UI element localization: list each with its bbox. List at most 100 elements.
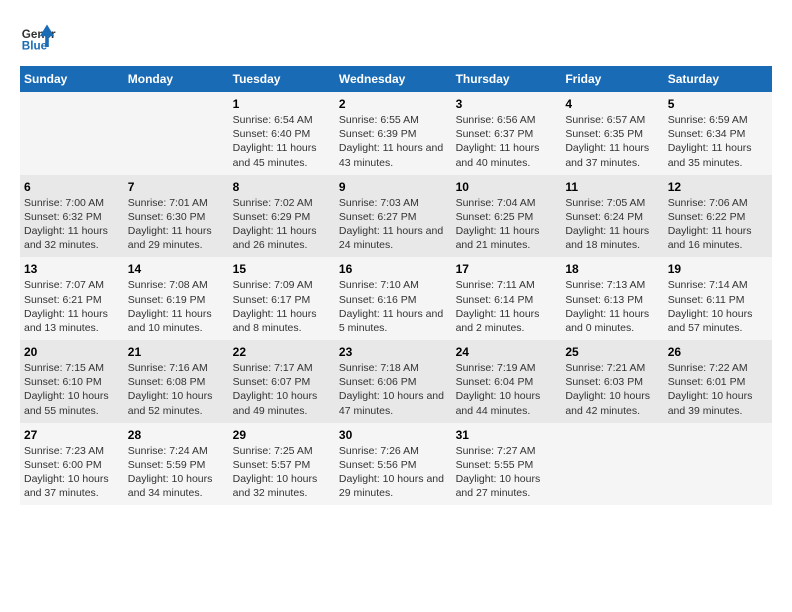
- calendar-cell: 29 Sunrise: 7:25 AMSunset: 5:57 PMDayligh…: [229, 423, 335, 506]
- calendar-cell: 25Sunrise: 7:21 AMSunset: 6:03 PMDayligh…: [561, 340, 663, 423]
- week-row-1: 1 Sunrise: 6:54 AMSunset: 6:40 PMDaylight…: [20, 92, 772, 175]
- day-info: Sunrise: 7:03 AMSunset: 6:27 PMDaylight:…: [339, 196, 448, 253]
- day-info: Sunrise: 7:25 AMSunset: 5:57 PMDaylight:…: [233, 444, 331, 501]
- day-info: Sunrise: 7:14 AMSunset: 6:11 PMDaylight:…: [668, 278, 768, 335]
- calendar-cell: 22 Sunrise: 7:17 AMSunset: 6:07 PMDayligh…: [229, 340, 335, 423]
- day-number: 19: [668, 262, 768, 276]
- day-number: 30: [339, 428, 448, 442]
- day-info: Sunrise: 7:11 AMSunset: 6:14 PMDaylight:…: [456, 278, 558, 335]
- day-number: 6: [24, 180, 120, 194]
- day-info: Sunrise: 7:22 AMSunset: 6:01 PMDaylight:…: [668, 361, 768, 418]
- calendar-cell: 31 Sunrise: 7:27 AMSunset: 5:55 PMDayligh…: [452, 423, 562, 506]
- day-info: Sunrise: 7:26 AMSunset: 5:56 PMDaylight:…: [339, 444, 448, 501]
- calendar-cell: 18 Sunrise: 7:13 AMSunset: 6:13 PMDayligh…: [561, 257, 663, 340]
- day-info: Sunrise: 7:27 AMSunset: 5:55 PMDaylight:…: [456, 444, 558, 501]
- day-number: 26: [668, 345, 768, 359]
- day-info: Sunrise: 7:18 AMSunset: 6:06 PMDaylight:…: [339, 361, 448, 418]
- day-info: Sunrise: 7:24 AMSunset: 5:59 PMDaylight:…: [128, 444, 225, 501]
- day-number: 20: [24, 345, 120, 359]
- day-info: Sunrise: 7:23 AMSunset: 6:00 PMDaylight:…: [24, 444, 120, 501]
- day-info: Sunrise: 7:02 AMSunset: 6:29 PMDaylight:…: [233, 196, 331, 253]
- day-info: Sunrise: 7:07 AMSunset: 6:21 PMDaylight:…: [24, 278, 120, 335]
- calendar-cell: 5Sunrise: 6:59 AMSunset: 6:34 PMDaylight…: [664, 92, 772, 175]
- day-info: Sunrise: 7:17 AMSunset: 6:07 PMDaylight:…: [233, 361, 331, 418]
- day-number: 15: [233, 262, 331, 276]
- calendar-cell: 23 Sunrise: 7:18 AMSunset: 6:06 PMDayligh…: [335, 340, 452, 423]
- day-info: Sunrise: 6:57 AMSunset: 6:35 PMDaylight:…: [565, 113, 659, 170]
- day-number: 1: [233, 97, 331, 111]
- day-number: 23: [339, 345, 448, 359]
- day-number: 29: [233, 428, 331, 442]
- calendar-cell: [124, 92, 229, 175]
- day-number: 8: [233, 180, 331, 194]
- calendar-cell: [664, 423, 772, 506]
- calendar-cell: 3 Sunrise: 6:56 AMSunset: 6:37 PMDaylight…: [452, 92, 562, 175]
- calendar-cell: 1 Sunrise: 6:54 AMSunset: 6:40 PMDaylight…: [229, 92, 335, 175]
- day-number: 7: [128, 180, 225, 194]
- header-row: SundayMondayTuesdayWednesdayThursdayFrid…: [20, 66, 772, 92]
- day-info: Sunrise: 7:00 AMSunset: 6:32 PMDaylight:…: [24, 196, 120, 253]
- day-info: Sunrise: 7:08 AMSunset: 6:19 PMDaylight:…: [128, 278, 225, 335]
- day-number: 11: [565, 180, 659, 194]
- calendar-cell: [20, 92, 124, 175]
- logo-icon: General Blue: [20, 20, 56, 56]
- day-info: Sunrise: 6:54 AMSunset: 6:40 PMDaylight:…: [233, 113, 331, 170]
- calendar-cell: 26 Sunrise: 7:22 AMSunset: 6:01 PMDayligh…: [664, 340, 772, 423]
- day-number: 3: [456, 97, 558, 111]
- week-row-4: 20 Sunrise: 7:15 AMSunset: 6:10 PMDayligh…: [20, 340, 772, 423]
- calendar-cell: 27Sunrise: 7:23 AMSunset: 6:00 PMDayligh…: [20, 423, 124, 506]
- calendar-cell: 7 Sunrise: 7:01 AMSunset: 6:30 PMDaylight…: [124, 175, 229, 258]
- day-header-friday: Friday: [561, 66, 663, 92]
- day-number: 17: [456, 262, 558, 276]
- day-number: 25: [565, 345, 659, 359]
- day-info: Sunrise: 6:55 AMSunset: 6:39 PMDaylight:…: [339, 113, 448, 170]
- day-number: 10: [456, 180, 558, 194]
- day-number: 21: [128, 345, 225, 359]
- calendar-cell: 9 Sunrise: 7:03 AMSunset: 6:27 PMDaylight…: [335, 175, 452, 258]
- day-number: 13: [24, 262, 120, 276]
- day-header-wednesday: Wednesday: [335, 66, 452, 92]
- day-header-tuesday: Tuesday: [229, 66, 335, 92]
- day-number: 2: [339, 97, 448, 111]
- page-header: General Blue: [20, 20, 772, 56]
- day-number: 5: [668, 97, 768, 111]
- day-info: Sunrise: 6:56 AMSunset: 6:37 PMDaylight:…: [456, 113, 558, 170]
- day-info: Sunrise: 7:04 AMSunset: 6:25 PMDaylight:…: [456, 196, 558, 253]
- calendar-cell: 17 Sunrise: 7:11 AMSunset: 6:14 PMDayligh…: [452, 257, 562, 340]
- day-number: 14: [128, 262, 225, 276]
- day-info: Sunrise: 7:05 AMSunset: 6:24 PMDaylight:…: [565, 196, 659, 253]
- logo: General Blue: [20, 20, 56, 56]
- calendar-cell: 24Sunrise: 7:19 AMSunset: 6:04 PMDayligh…: [452, 340, 562, 423]
- day-header-saturday: Saturday: [664, 66, 772, 92]
- svg-text:Blue: Blue: [22, 40, 48, 53]
- calendar-cell: 30 Sunrise: 7:26 AMSunset: 5:56 PMDayligh…: [335, 423, 452, 506]
- day-header-thursday: Thursday: [452, 66, 562, 92]
- calendar-cell: 19 Sunrise: 7:14 AMSunset: 6:11 PMDayligh…: [664, 257, 772, 340]
- calendar-cell: 2 Sunrise: 6:55 AMSunset: 6:39 PMDaylight…: [335, 92, 452, 175]
- day-info: Sunrise: 7:15 AMSunset: 6:10 PMDaylight:…: [24, 361, 120, 418]
- calendar-cell: 20 Sunrise: 7:15 AMSunset: 6:10 PMDayligh…: [20, 340, 124, 423]
- day-number: 12: [668, 180, 768, 194]
- day-number: 28: [128, 428, 225, 442]
- day-header-monday: Monday: [124, 66, 229, 92]
- day-number: 22: [233, 345, 331, 359]
- day-info: Sunrise: 7:16 AMSunset: 6:08 PMDaylight:…: [128, 361, 225, 418]
- day-info: Sunrise: 7:19 AMSunset: 6:04 PMDaylight:…: [456, 361, 558, 418]
- calendar-cell: 4 Sunrise: 6:57 AMSunset: 6:35 PMDaylight…: [561, 92, 663, 175]
- day-info: Sunrise: 7:10 AMSunset: 6:16 PMDaylight:…: [339, 278, 448, 335]
- day-header-sunday: Sunday: [20, 66, 124, 92]
- calendar-cell: 13 Sunrise: 7:07 AMSunset: 6:21 PMDayligh…: [20, 257, 124, 340]
- day-number: 4: [565, 97, 659, 111]
- calendar-cell: 11 Sunrise: 7:05 AMSunset: 6:24 PMDayligh…: [561, 175, 663, 258]
- calendar-cell: 10 Sunrise: 7:04 AMSunset: 6:25 PMDayligh…: [452, 175, 562, 258]
- day-number: 18: [565, 262, 659, 276]
- week-row-2: 6 Sunrise: 7:00 AMSunset: 6:32 PMDaylight…: [20, 175, 772, 258]
- day-info: Sunrise: 7:09 AMSunset: 6:17 PMDaylight:…: [233, 278, 331, 335]
- day-number: 9: [339, 180, 448, 194]
- calendar-cell: 16Sunrise: 7:10 AMSunset: 6:16 PMDayligh…: [335, 257, 452, 340]
- day-info: Sunrise: 7:13 AMSunset: 6:13 PMDaylight:…: [565, 278, 659, 335]
- day-number: 31: [456, 428, 558, 442]
- calendar-table: SundayMondayTuesdayWednesdayThursdayFrid…: [20, 66, 772, 505]
- day-info: Sunrise: 7:01 AMSunset: 6:30 PMDaylight:…: [128, 196, 225, 253]
- calendar-cell: [561, 423, 663, 506]
